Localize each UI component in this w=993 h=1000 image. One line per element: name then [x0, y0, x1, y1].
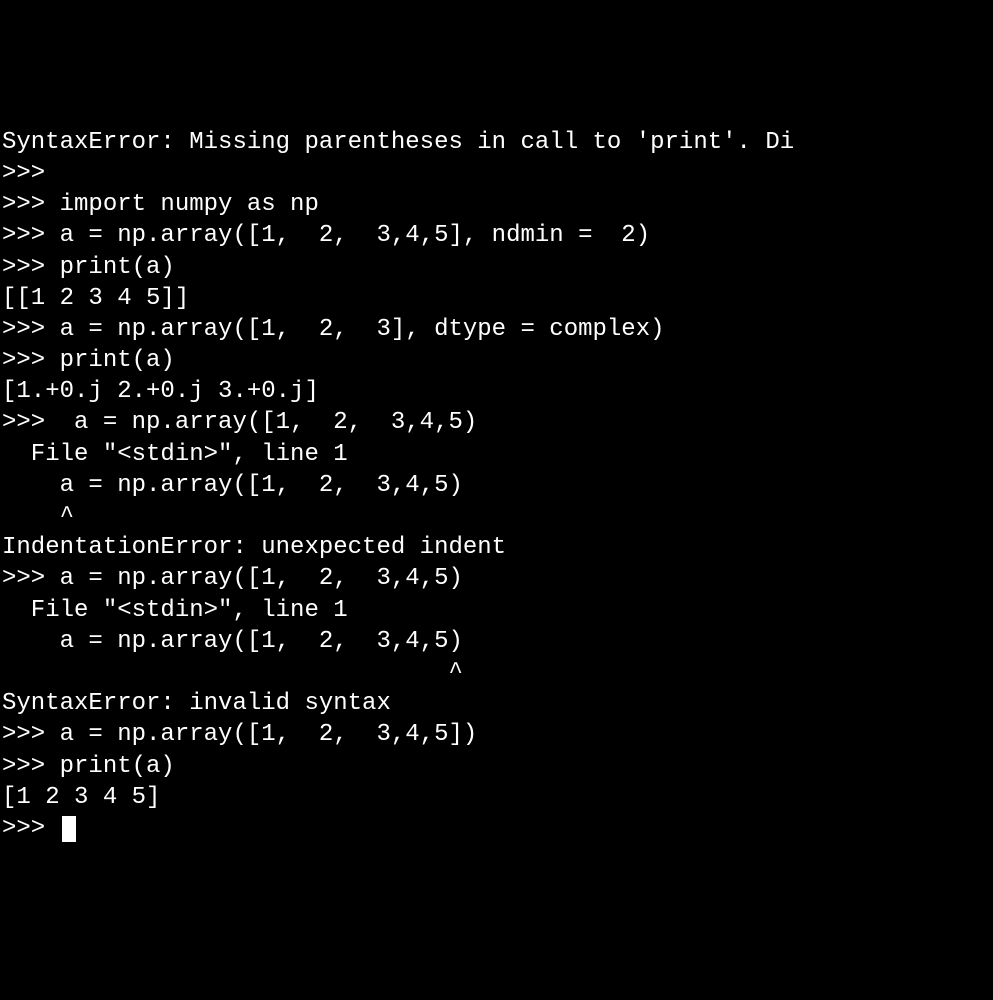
output-line: [[1 2 3 4 5]]: [2, 283, 991, 314]
error-line: File "<stdin>", line 1: [2, 595, 991, 626]
prompt-text: >>>: [2, 815, 60, 842]
error-line: IndentationError: unexpected indent: [2, 532, 991, 563]
error-line: File "<stdin>", line 1: [2, 439, 991, 470]
terminal-output[interactable]: SyntaxError: Missing parentheses in call…: [2, 127, 991, 844]
input-line: >>> print(a): [2, 345, 991, 376]
error-line: SyntaxError: invalid syntax: [2, 688, 991, 719]
output-line: SyntaxError: Missing parentheses in call…: [2, 127, 991, 158]
input-line: >>> print(a): [2, 252, 991, 283]
input-line: >>> import numpy as np: [2, 189, 991, 220]
cursor-icon: [62, 816, 76, 842]
error-line: a = np.array([1, 2, 3,4,5): [2, 626, 991, 657]
input-line: >>> print(a): [2, 751, 991, 782]
input-line: >>> a = np.array([1, 2, 3], dtype = comp…: [2, 314, 991, 345]
output-line: [1 2 3 4 5]: [2, 782, 991, 813]
error-line: a = np.array([1, 2, 3,4,5): [2, 470, 991, 501]
input-line: >>> a = np.array([1, 2, 3,4,5): [2, 407, 991, 438]
input-line: >>> a = np.array([1, 2, 3,4,5]): [2, 719, 991, 750]
prompt-line: >>>: [2, 158, 991, 189]
output-line: [1.+0.j 2.+0.j 3.+0.j]: [2, 376, 991, 407]
input-line: >>> a = np.array([1, 2, 3,4,5], ndmin = …: [2, 220, 991, 251]
prompt-active-line[interactable]: >>>: [2, 813, 991, 844]
input-line: >>> a = np.array([1, 2, 3,4,5): [2, 563, 991, 594]
error-caret-line: ^: [2, 657, 991, 688]
error-caret-line: ^: [2, 501, 991, 532]
